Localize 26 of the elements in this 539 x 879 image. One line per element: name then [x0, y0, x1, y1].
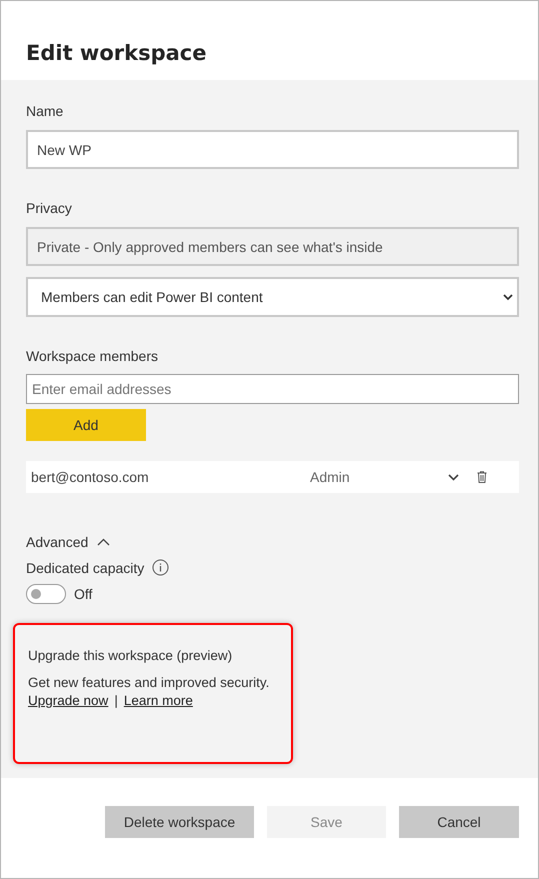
toggle-switch[interactable] — [26, 584, 66, 604]
field-label: Name — [26, 102, 64, 120]
footer-button[interactable]: Cancel — [399, 806, 519, 838]
trash-icon[interactable] — [477, 471, 487, 483]
advanced-toggle[interactable]: Advanced — [26, 534, 110, 550]
info-icon[interactable] — [152, 559, 170, 576]
chevron-down-icon[interactable] — [448, 474, 459, 480]
upgrade-text: Get new features and improved security. — [28, 675, 270, 690]
window-title: Edit workspace — [26, 41, 206, 65]
setting-label: Dedicated capacity — [26, 560, 144, 576]
email-field[interactable]: Enter email addresses — [26, 374, 519, 404]
add-button[interactable]: Add — [26, 409, 146, 441]
field-label: Workspace members — [26, 347, 158, 365]
role-dropdown[interactable]: Admin — [310, 469, 448, 485]
learn-more-link[interactable]: Learn more — [124, 693, 193, 708]
toggle-state: Off — [74, 586, 92, 602]
chevron-up-icon — [97, 538, 110, 546]
footer-button[interactable]: Delete workspace — [105, 806, 254, 838]
separator: | — [114, 693, 118, 708]
upgrade-link[interactable]: Upgrade now — [28, 693, 108, 708]
name-field[interactable]: New WP — [26, 130, 519, 169]
chevron-down-icon — [503, 294, 513, 300]
field-label: Privacy — [26, 199, 72, 217]
member-email: bert@contoso.com — [31, 469, 150, 485]
permission-dropdown[interactable]: Members can edit Power BI content — [26, 277, 519, 317]
upgrade-title: Upgrade this workspace (preview) — [28, 648, 232, 663]
